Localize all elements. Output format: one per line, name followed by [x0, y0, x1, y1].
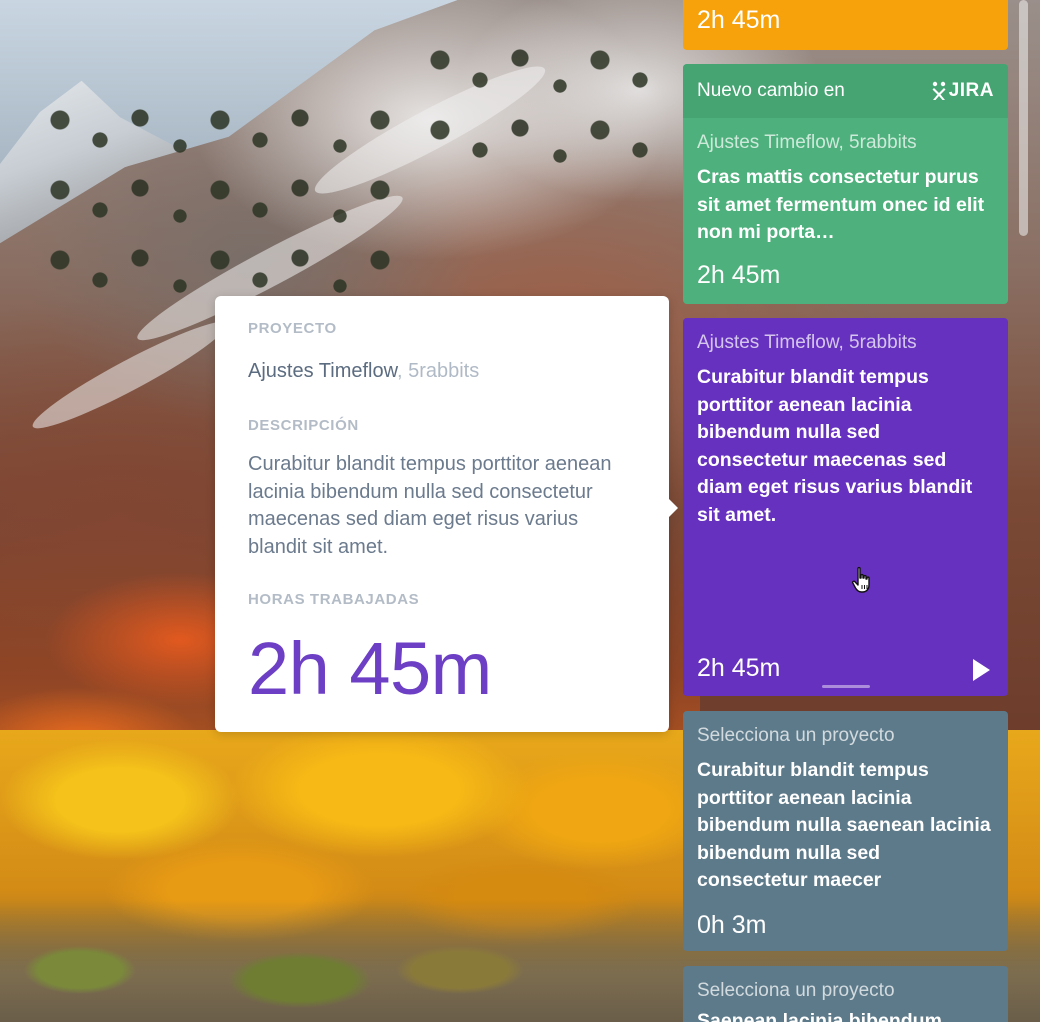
card-project: Ajustes Timeflow, 5rabbits: [697, 332, 917, 353]
time-entry-duration: 2h 45m: [697, 260, 781, 289]
card-project: Selecciona un proyecto: [697, 980, 895, 1001]
jira-change-card[interactable]: Nuevo cambio en JIRA Ajustes Timeflow, 5…: [683, 64, 1008, 304]
time-entries-column: 2h 45m Nuevo cambio en JIRA Ajustes Time…: [683, 0, 1008, 1022]
scrollbar[interactable]: [1019, 0, 1028, 236]
project-label: PROYECTO: [248, 320, 337, 337]
card-description: Saenean lacinia bibendum: [697, 1010, 942, 1022]
project-title: Ajustes Timeflow: [248, 360, 397, 382]
play-icon[interactable]: [973, 659, 990, 681]
popover-arrow: [669, 499, 678, 517]
time-entry-duration: 0h 3m: [697, 910, 767, 939]
project-client: , 5rabbits: [396, 360, 480, 382]
card-description: Curabitur blandit tempus porttitor aenea…: [697, 759, 991, 891]
time-entry-duration: 2h 45m: [697, 654, 781, 682]
jira-change-header-text: Nuevo cambio en: [697, 80, 845, 101]
time-entry-duration: 2h 45m: [697, 6, 781, 34]
description-label: DESCRIPCIÓN: [248, 417, 359, 434]
wallpaper-trees: [40, 100, 400, 300]
project-name: Ajustes Timeflow, 5rabbits: [248, 359, 636, 383]
card-description: Curabitur blandit tempus porttitor aenea…: [697, 366, 973, 526]
pointer-hand-cursor-icon: [851, 566, 870, 593]
jira-logo: JIRA: [931, 80, 994, 102]
jira-change-body: Ajustes Timeflow, 5rabbits Cras mattis c…: [683, 118, 1008, 289]
wallpaper-trees: [420, 40, 660, 180]
hours-worked-label: HORAS TRABAJADAS: [248, 591, 420, 608]
jira-icon: [932, 81, 946, 100]
description-text: Curabitur blandit tempus porttitor aenea…: [248, 453, 612, 558]
time-entry-card-unassigned[interactable]: Selecciona un proyecto Curabitur blandit…: [683, 711, 1008, 951]
jira-change-header: Nuevo cambio en JIRA: [683, 64, 1008, 118]
jira-logo-text: JIRA: [948, 80, 994, 101]
card-description: Cras mattis consectetur purus sit amet f…: [697, 166, 985, 243]
card-project: Ajustes Timeflow, 5rabbits: [697, 132, 917, 153]
drag-handle[interactable]: [822, 685, 870, 688]
time-entry-detail-popover: PROYECTO Ajustes Timeflow, 5rabbits DESC…: [215, 296, 678, 732]
time-entry-card-orange[interactable]: 2h 45m: [683, 0, 1008, 50]
hours-worked-value: 2h 45m: [248, 627, 492, 710]
time-entry-card-active[interactable]: Ajustes Timeflow, 5rabbits Curabitur bla…: [683, 318, 1008, 696]
card-project: Selecciona un proyecto: [697, 725, 895, 746]
time-entry-card-unassigned[interactable]: Selecciona un proyecto Saenean lacinia b…: [683, 966, 1008, 1022]
